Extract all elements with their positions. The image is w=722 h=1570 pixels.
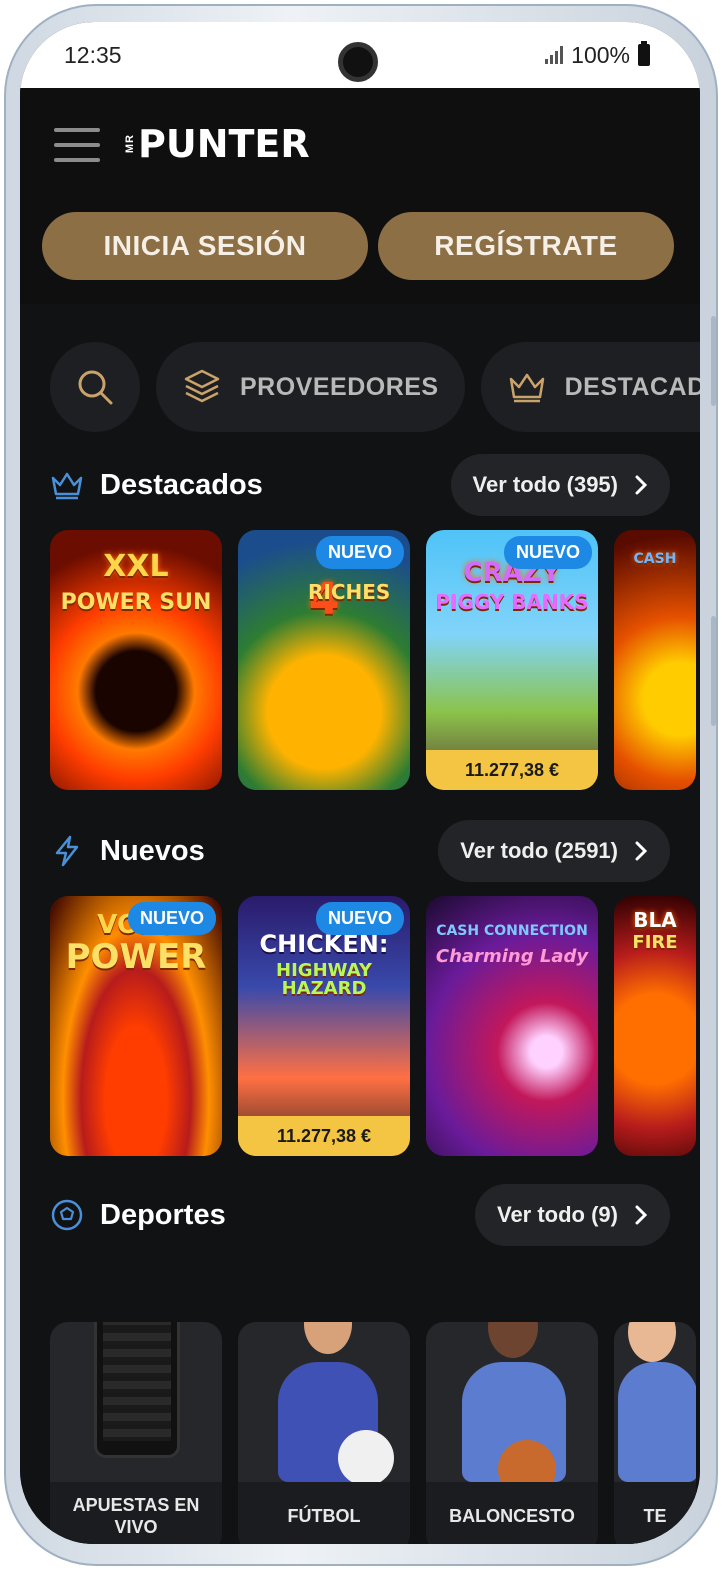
featured-cards: XXL POWER SUN 4 RICHES NUEVO CRAZY PIGGY… (50, 530, 696, 790)
featured-chip[interactable]: DESTACADOS (480, 342, 700, 432)
game-card[interactable]: CRAZY PIGGY BANKS NUEVO 11.277,38 € (426, 530, 598, 790)
sport-label: BALONCESTO (426, 1482, 598, 1544)
status-time: 12:35 (64, 41, 122, 68)
layers-icon (184, 369, 220, 403)
camera-icon (338, 42, 378, 82)
logo-mr: MR (124, 134, 136, 154)
sports-title: Deportes (100, 1198, 226, 1231)
game-title: CASH (633, 551, 677, 567)
game-card[interactable]: CASH (614, 530, 696, 790)
game-card[interactable]: CASH CONNECTION Charming Lady (426, 896, 598, 1156)
game-card[interactable]: XXL POWER SUN (50, 530, 222, 790)
jackpot-price: 11.277,38 € (238, 1116, 410, 1156)
sport-label: TE (614, 1482, 696, 1544)
game-card[interactable]: BLA FIRE (614, 896, 696, 1156)
top-header: MR PUNTER INICIA SESIÓN REGÍSTRATE (20, 88, 700, 304)
providers-chip[interactable]: PROVEEDORES (156, 342, 465, 432)
search-button[interactable] (50, 342, 140, 432)
chevron-right-icon (635, 475, 648, 495)
jackpot-price: 11.277,38 € (426, 750, 598, 790)
chevron-right-icon (635, 1205, 648, 1225)
login-button[interactable]: INICIA SESIÓN (42, 212, 368, 280)
chevron-right-icon (635, 841, 648, 861)
featured-label: DESTACADOS (564, 372, 700, 401)
app-screen: MR PUNTER INICIA SESIÓN REGÍSTRATE PROVE… (20, 88, 700, 1544)
view-all-label: Ver todo (395) (472, 472, 618, 497)
register-button[interactable]: REGÍSTRATE (378, 212, 674, 280)
featured-view-all-button[interactable]: Ver todo (395) (450, 454, 670, 516)
power-button (711, 616, 716, 726)
featured-title: Destacados (100, 468, 263, 501)
ball-illustration (338, 1430, 394, 1486)
game-card[interactable]: CHICKEN: HIGHWAY HAZARD NUEVO 11.277,38 … (238, 896, 410, 1156)
player-illustration (618, 1362, 696, 1482)
signal-icon (545, 46, 564, 64)
game-card[interactable]: 4 RICHES NUEVO (238, 530, 410, 790)
sports-view-all-button[interactable]: Ver todo (9) (474, 1184, 670, 1246)
new-badge: NUEVO (127, 902, 216, 935)
sport-card-live[interactable]: APUESTAS EN VIVO (50, 1322, 222, 1544)
new-badge: NUEVO (503, 536, 592, 569)
logo-text: PUNTER (138, 122, 310, 166)
status-bar: 12:35 100% (20, 22, 700, 88)
game-subtitle: HIGHWAY HAZARD (276, 960, 372, 999)
view-all-label: Ver todo (9) (496, 1202, 618, 1227)
crown-icon (51, 472, 83, 500)
new-badge: NUEVO (315, 902, 404, 935)
search-icon (78, 370, 113, 405)
game-subtitle: POWER SUN (60, 590, 212, 615)
sports-header: Deportes Ver todo (9) (50, 1184, 670, 1246)
phone-screen: 12:35 100% MR PUNTER INICIA SESIÓN REGÍS… (20, 22, 700, 1544)
sport-label: APUESTAS EN VIVO (50, 1482, 222, 1544)
game-title: CHICKEN: (259, 930, 389, 958)
game-title: BLA (633, 908, 677, 932)
menu-icon[interactable] (54, 128, 100, 162)
providers-label: PROVEEDORES (240, 372, 439, 401)
sport-card-football[interactable]: FÚTBOL (238, 1322, 410, 1544)
view-all-label: Ver todo (2591) (460, 838, 618, 863)
sports-cards: APUESTAS EN VIVO FÚTBOL BALONCESTO TE (50, 1322, 696, 1544)
lightning-icon (55, 835, 79, 867)
game-title: XXL (103, 549, 169, 584)
new-view-all-button[interactable]: Ver todo (2591) (438, 820, 670, 882)
sport-card-tennis[interactable]: TE (614, 1322, 696, 1544)
game-title: CASH CONNECTION (436, 923, 588, 939)
game-subtitle: PIGGY BANKS (435, 590, 589, 614)
volume-button (711, 316, 716, 406)
game-subtitle: RICHES (308, 580, 391, 604)
soccer-ball-icon (51, 1199, 83, 1231)
logo[interactable]: MR PUNTER (124, 122, 310, 166)
new-header: Nuevos Ver todo (2591) (50, 820, 670, 882)
new-cards: VOLC POWER NUEVO CHICKEN: HIGHWAY HAZARD… (50, 896, 696, 1156)
game-card[interactable]: VOLC POWER NUEVO (50, 896, 222, 1156)
filter-row: PROVEEDORES DESTACADOS (50, 342, 700, 432)
phone-illustration (94, 1322, 180, 1458)
game-subtitle: POWER (65, 937, 207, 977)
featured-header: Destacados Ver todo (395) (50, 454, 670, 516)
sport-label: FÚTBOL (238, 1482, 410, 1544)
sport-card-basketball[interactable]: BALONCESTO (426, 1322, 598, 1544)
crown-icon (509, 373, 544, 403)
game-subtitle: Charming Lady (435, 946, 589, 967)
battery-percent: 100% (571, 41, 630, 68)
new-title: Nuevos (100, 834, 205, 867)
battery-icon (638, 41, 650, 66)
game-subtitle: FIRE (632, 932, 678, 953)
new-badge: NUEVO (315, 536, 404, 569)
